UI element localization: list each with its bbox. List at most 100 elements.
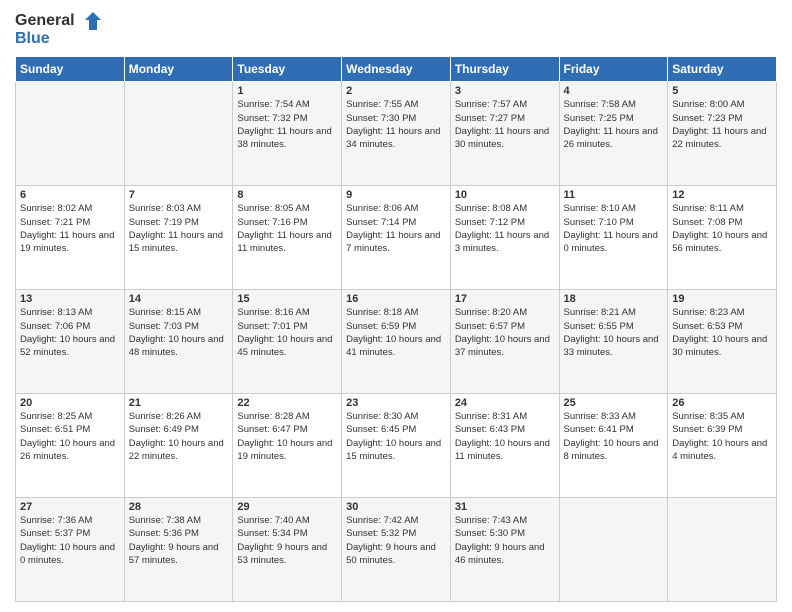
day-detail: Sunrise: 8:21 AM Sunset: 6:55 PM Dayligh… <box>564 306 664 359</box>
day-detail: Sunrise: 7:43 AM Sunset: 5:30 PM Dayligh… <box>455 514 555 567</box>
day-number: 18 <box>564 293 664 305</box>
day-number: 23 <box>346 397 446 409</box>
day-detail: Sunrise: 8:25 AM Sunset: 6:51 PM Dayligh… <box>20 410 120 463</box>
day-cell: 14Sunrise: 8:15 AM Sunset: 7:03 PM Dayli… <box>124 290 233 394</box>
day-cell: 9Sunrise: 8:06 AM Sunset: 7:14 PM Daylig… <box>342 186 451 290</box>
day-detail: Sunrise: 8:03 AM Sunset: 7:19 PM Dayligh… <box>129 202 229 255</box>
day-number: 31 <box>455 501 555 513</box>
day-number: 24 <box>455 397 555 409</box>
day-number: 7 <box>129 189 229 201</box>
day-cell: 1Sunrise: 7:54 AM Sunset: 7:32 PM Daylig… <box>233 82 342 186</box>
day-cell: 5Sunrise: 8:00 AM Sunset: 7:23 PM Daylig… <box>668 82 777 186</box>
day-number: 2 <box>346 85 446 97</box>
calendar: SundayMondayTuesdayWednesdayThursdayFrid… <box>15 56 777 602</box>
day-number: 4 <box>564 85 664 97</box>
day-detail: Sunrise: 8:18 AM Sunset: 6:59 PM Dayligh… <box>346 306 446 359</box>
day-cell: 3Sunrise: 7:57 AM Sunset: 7:27 PM Daylig… <box>450 82 559 186</box>
day-detail: Sunrise: 8:31 AM Sunset: 6:43 PM Dayligh… <box>455 410 555 463</box>
day-detail: Sunrise: 8:26 AM Sunset: 6:49 PM Dayligh… <box>129 410 229 463</box>
day-number: 19 <box>672 293 772 305</box>
day-cell: 16Sunrise: 8:18 AM Sunset: 6:59 PM Dayli… <box>342 290 451 394</box>
day-number: 3 <box>455 85 555 97</box>
weekday-header-monday: Monday <box>124 57 233 82</box>
day-cell: 29Sunrise: 7:40 AM Sunset: 5:34 PM Dayli… <box>233 498 342 602</box>
day-cell: 25Sunrise: 8:33 AM Sunset: 6:41 PM Dayli… <box>559 394 668 498</box>
day-cell <box>124 82 233 186</box>
logo-blue: Blue <box>15 30 50 48</box>
day-number: 16 <box>346 293 446 305</box>
day-cell: 10Sunrise: 8:08 AM Sunset: 7:12 PM Dayli… <box>450 186 559 290</box>
weekday-header-saturday: Saturday <box>668 57 777 82</box>
logo: General Blue <box>15 10 101 48</box>
day-detail: Sunrise: 7:36 AM Sunset: 5:37 PM Dayligh… <box>20 514 120 567</box>
day-detail: Sunrise: 8:00 AM Sunset: 7:23 PM Dayligh… <box>672 98 772 151</box>
day-detail: Sunrise: 8:16 AM Sunset: 7:01 PM Dayligh… <box>237 306 337 359</box>
day-number: 26 <box>672 397 772 409</box>
day-cell: 8Sunrise: 8:05 AM Sunset: 7:16 PM Daylig… <box>233 186 342 290</box>
weekday-header-sunday: Sunday <box>16 57 125 82</box>
day-cell: 4Sunrise: 7:58 AM Sunset: 7:25 PM Daylig… <box>559 82 668 186</box>
day-cell: 23Sunrise: 8:30 AM Sunset: 6:45 PM Dayli… <box>342 394 451 498</box>
day-number: 17 <box>455 293 555 305</box>
day-number: 20 <box>20 397 120 409</box>
day-detail: Sunrise: 7:42 AM Sunset: 5:32 PM Dayligh… <box>346 514 446 567</box>
day-detail: Sunrise: 8:11 AM Sunset: 7:08 PM Dayligh… <box>672 202 772 255</box>
week-row-1: 1Sunrise: 7:54 AM Sunset: 7:32 PM Daylig… <box>16 82 777 186</box>
day-cell: 21Sunrise: 8:26 AM Sunset: 6:49 PM Dayli… <box>124 394 233 498</box>
header: General Blue <box>15 10 777 48</box>
day-detail: Sunrise: 8:33 AM Sunset: 6:41 PM Dayligh… <box>564 410 664 463</box>
weekday-header-thursday: Thursday <box>450 57 559 82</box>
day-detail: Sunrise: 8:10 AM Sunset: 7:10 PM Dayligh… <box>564 202 664 255</box>
day-number: 10 <box>455 189 555 201</box>
day-cell: 22Sunrise: 8:28 AM Sunset: 6:47 PM Dayli… <box>233 394 342 498</box>
day-number: 28 <box>129 501 229 513</box>
day-cell <box>16 82 125 186</box>
day-number: 11 <box>564 189 664 201</box>
weekday-header-friday: Friday <box>559 57 668 82</box>
day-number: 21 <box>129 397 229 409</box>
day-cell: 27Sunrise: 7:36 AM Sunset: 5:37 PM Dayli… <box>16 498 125 602</box>
day-cell: 17Sunrise: 8:20 AM Sunset: 6:57 PM Dayli… <box>450 290 559 394</box>
week-row-5: 27Sunrise: 7:36 AM Sunset: 5:37 PM Dayli… <box>16 498 777 602</box>
day-number: 9 <box>346 189 446 201</box>
week-row-4: 20Sunrise: 8:25 AM Sunset: 6:51 PM Dayli… <box>16 394 777 498</box>
day-cell: 24Sunrise: 8:31 AM Sunset: 6:43 PM Dayli… <box>450 394 559 498</box>
day-cell: 12Sunrise: 8:11 AM Sunset: 7:08 PM Dayli… <box>668 186 777 290</box>
day-cell <box>668 498 777 602</box>
day-detail: Sunrise: 8:28 AM Sunset: 6:47 PM Dayligh… <box>237 410 337 463</box>
day-detail: Sunrise: 7:40 AM Sunset: 5:34 PM Dayligh… <box>237 514 337 567</box>
day-cell: 30Sunrise: 7:42 AM Sunset: 5:32 PM Dayli… <box>342 498 451 602</box>
day-number: 1 <box>237 85 337 97</box>
week-row-3: 13Sunrise: 8:13 AM Sunset: 7:06 PM Dayli… <box>16 290 777 394</box>
day-detail: Sunrise: 8:15 AM Sunset: 7:03 PM Dayligh… <box>129 306 229 359</box>
logo-general: General <box>15 12 75 30</box>
day-detail: Sunrise: 7:57 AM Sunset: 7:27 PM Dayligh… <box>455 98 555 151</box>
day-detail: Sunrise: 8:35 AM Sunset: 6:39 PM Dayligh… <box>672 410 772 463</box>
day-cell: 15Sunrise: 8:16 AM Sunset: 7:01 PM Dayli… <box>233 290 342 394</box>
day-cell: 20Sunrise: 8:25 AM Sunset: 6:51 PM Dayli… <box>16 394 125 498</box>
day-detail: Sunrise: 7:38 AM Sunset: 5:36 PM Dayligh… <box>129 514 229 567</box>
week-row-2: 6Sunrise: 8:02 AM Sunset: 7:21 PM Daylig… <box>16 186 777 290</box>
day-number: 13 <box>20 293 120 305</box>
page: General Blue SundayMondayTuesdayWednesda… <box>0 0 792 612</box>
weekday-header-wednesday: Wednesday <box>342 57 451 82</box>
weekday-header-tuesday: Tuesday <box>233 57 342 82</box>
day-detail: Sunrise: 7:58 AM Sunset: 7:25 PM Dayligh… <box>564 98 664 151</box>
day-number: 12 <box>672 189 772 201</box>
weekday-header-row: SundayMondayTuesdayWednesdayThursdayFrid… <box>16 57 777 82</box>
day-cell: 31Sunrise: 7:43 AM Sunset: 5:30 PM Dayli… <box>450 498 559 602</box>
day-cell <box>559 498 668 602</box>
day-number: 15 <box>237 293 337 305</box>
day-detail: Sunrise: 8:06 AM Sunset: 7:14 PM Dayligh… <box>346 202 446 255</box>
day-number: 25 <box>564 397 664 409</box>
day-number: 8 <box>237 189 337 201</box>
day-detail: Sunrise: 8:08 AM Sunset: 7:12 PM Dayligh… <box>455 202 555 255</box>
day-detail: Sunrise: 8:20 AM Sunset: 6:57 PM Dayligh… <box>455 306 555 359</box>
day-cell: 26Sunrise: 8:35 AM Sunset: 6:39 PM Dayli… <box>668 394 777 498</box>
day-detail: Sunrise: 8:23 AM Sunset: 6:53 PM Dayligh… <box>672 306 772 359</box>
day-detail: Sunrise: 8:30 AM Sunset: 6:45 PM Dayligh… <box>346 410 446 463</box>
day-detail: Sunrise: 7:55 AM Sunset: 7:30 PM Dayligh… <box>346 98 446 151</box>
day-number: 30 <box>346 501 446 513</box>
day-detail: Sunrise: 7:54 AM Sunset: 7:32 PM Dayligh… <box>237 98 337 151</box>
day-cell: 28Sunrise: 7:38 AM Sunset: 5:36 PM Dayli… <box>124 498 233 602</box>
